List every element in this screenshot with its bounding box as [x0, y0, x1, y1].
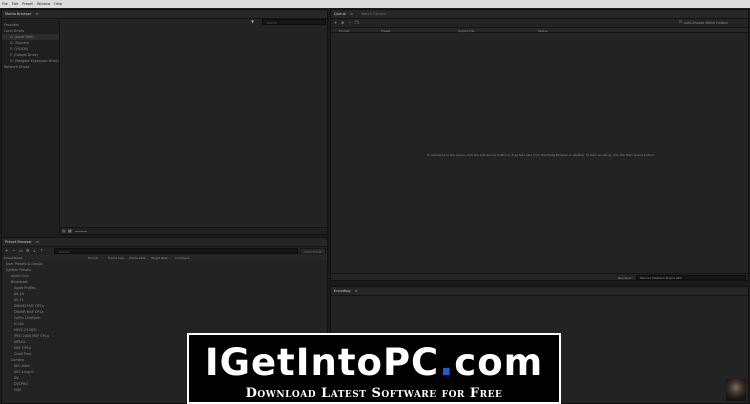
media-browser-footer: ▤ ▦	[60, 227, 327, 234]
banner-title-main: IGetIntoPC	[204, 341, 440, 384]
apply-preset-label: Apply Preset	[304, 249, 322, 254]
encoding-title[interactable]: Encoding	[334, 289, 351, 293]
media-browser-header: Media Browser ≡	[2, 10, 327, 19]
queue-tab[interactable]: Queue	[334, 12, 346, 16]
column-target-rate[interactable]: Target Rate	[151, 256, 168, 260]
list-view-icon[interactable]: ▤	[62, 228, 66, 233]
auto-encode-label: Auto-Encode Watch Folders	[684, 21, 728, 25]
checkbox-icon[interactable]: ☐	[679, 20, 682, 24]
menu-help[interactable]: Help	[54, 0, 62, 8]
menu-preset[interactable]: Preset	[22, 0, 33, 8]
app-window: File Edit Preset Window Help Media Brows…	[0, 0, 750, 404]
import-icon[interactable]: ⇣	[33, 248, 36, 253]
column-frame-size[interactable]: Frame Size	[108, 256, 124, 260]
media-browser-panel: Media Browser ≡ Favorites Local Drives C…	[1, 9, 328, 235]
queue-header: Queue ≡ Watch Folders	[331, 10, 748, 19]
banner-title: IGetIntoPC.com	[189, 341, 559, 384]
watermark-banner: IGetIntoPC.com Download Latest Software …	[187, 333, 561, 404]
export-icon[interactable]: ⇡	[40, 248, 43, 253]
renderer-select[interactable]: Mercury Playback Engine GPU	[636, 275, 746, 280]
panel-menu-icon[interactable]: ≡	[355, 289, 358, 293]
add-source-icon[interactable]: +	[334, 20, 337, 25]
preset-toolbar: + − ▭ ⚙ ⇣ ⇡ Search Apply Preset	[2, 248, 327, 254]
drive-tree: Favorites Local Drives C: (Local Disk) D…	[2, 20, 60, 235]
encoding-header: Encoding ≡	[331, 287, 748, 296]
filter-icon[interactable]: ▼	[251, 19, 254, 24]
apply-preset-button[interactable]: Apply Preset	[300, 248, 326, 254]
queue-toolbar: + ⊕ − ❐ ☐ Auto-Encode Watch Folders	[331, 20, 748, 26]
column-output-file[interactable]: Output File	[458, 29, 474, 33]
remove-icon[interactable]: −	[348, 20, 351, 25]
banner-title-dot: .	[439, 341, 455, 384]
watch-folders-tab[interactable]: Watch Folders	[361, 12, 386, 16]
zoom-slider[interactable]	[75, 231, 87, 232]
renderer-label: Renderer:	[618, 275, 633, 280]
renderer-bar: Renderer: Mercury Playback Engine GPU	[331, 273, 748, 280]
media-browser-title[interactable]: Media Browser	[5, 12, 32, 16]
settings-icon[interactable]: ⚙	[26, 248, 30, 253]
avatar	[726, 379, 746, 401]
menu-bar: File Edit Preset Window Help	[0, 0, 750, 8]
menu-file[interactable]: File	[2, 0, 8, 8]
column-format[interactable]: Format	[339, 29, 350, 33]
banner-title-tld: com	[454, 341, 544, 384]
banner-subtitle: Download Latest Software for Free	[245, 386, 503, 401]
renderer-value: Mercury Playback Engine GPU	[640, 276, 682, 280]
column-format[interactable]: Format	[88, 256, 98, 260]
column-preset[interactable]: Preset	[381, 29, 390, 33]
preset-browser-title[interactable]: Preset Browser	[5, 240, 32, 244]
folder-icon[interactable]: ▭	[19, 248, 23, 253]
panel-menu-icon[interactable]: ≡	[350, 12, 353, 16]
queue-panel: Queue ≡ Watch Folders + ⊕ − ❐ ☐ Auto-Enc…	[330, 9, 749, 281]
menu-edit[interactable]: Edit	[12, 0, 19, 8]
preset-search-placeholder: Search	[59, 249, 70, 254]
panel-menu-icon[interactable]: ≡	[36, 12, 39, 16]
remove-preset-icon[interactable]: −	[12, 248, 15, 253]
duplicate-icon[interactable]: ❐	[355, 20, 359, 25]
thumbnail-view-icon[interactable]: ▦	[68, 228, 72, 233]
preset-search-input[interactable]: Search	[54, 248, 298, 254]
column-preset-name[interactable]: Preset Name	[4, 256, 22, 260]
media-search-input[interactable]: Search	[262, 19, 326, 25]
search-placeholder: Search	[267, 20, 278, 25]
network-drives-row[interactable]: Network Drives	[2, 64, 59, 70]
column-frame-rate[interactable]: Frame Rate	[129, 256, 146, 260]
column-status[interactable]: Status	[538, 29, 548, 33]
queue-empty-message: To add items to the queue, click the Add…	[427, 153, 655, 157]
panel-menu-icon[interactable]: ≡	[36, 240, 39, 244]
menu-window[interactable]: Window	[37, 0, 50, 8]
column-comment[interactable]: Comment	[175, 256, 189, 260]
add-preset-icon[interactable]: +	[5, 248, 8, 253]
add-output-icon[interactable]: ⊕	[341, 20, 344, 25]
preset-browser-header: Preset Browser ≡	[2, 238, 327, 247]
queue-columns: Format Preset Output File Status	[331, 27, 748, 33]
